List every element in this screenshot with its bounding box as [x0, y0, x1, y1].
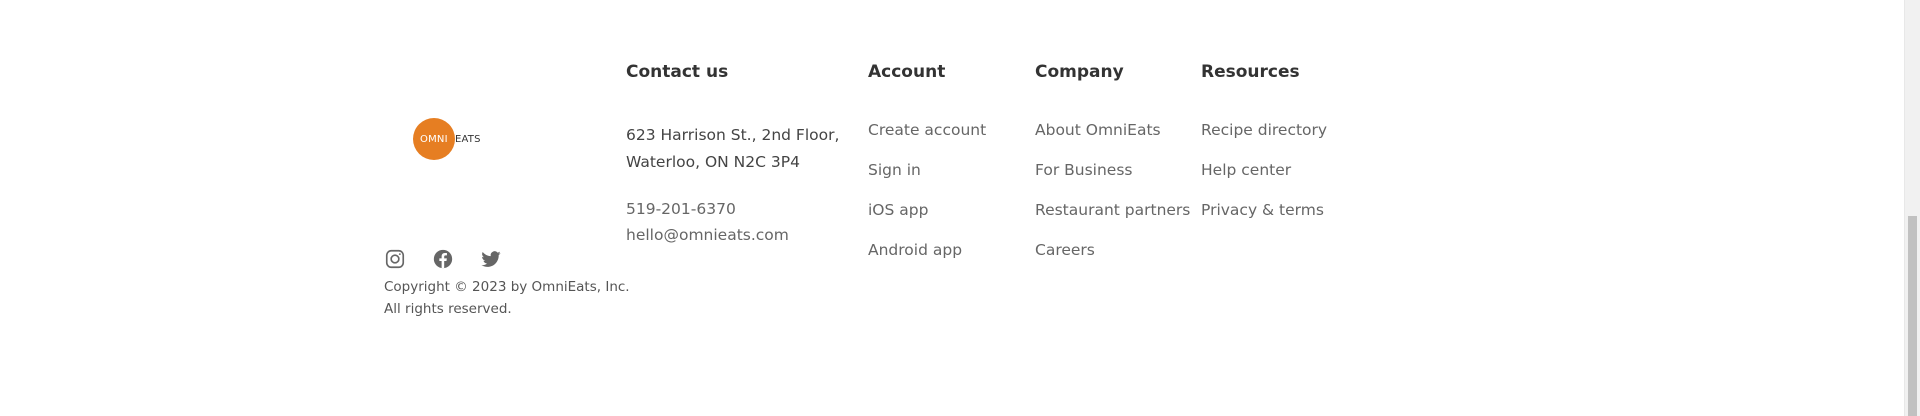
vertical-scrollbar[interactable]: [1904, 0, 1920, 416]
for-business-link[interactable]: For Business: [1035, 157, 1190, 183]
careers-link[interactable]: Careers: [1035, 237, 1190, 263]
instagram-icon[interactable]: [384, 248, 406, 270]
phone-link[interactable]: 519-201-6370: [626, 196, 789, 222]
copyright-text: Copyright © 2023 by OmniEats, Inc. All r…: [384, 276, 644, 320]
social-links: [384, 248, 502, 270]
privacy-terms-link[interactable]: Privacy & terms: [1201, 197, 1327, 223]
logo-text: EATS: [455, 133, 481, 145]
resources-links: Recipe directory Help center Privacy & t…: [1201, 117, 1327, 237]
sign-in-link[interactable]: Sign in: [868, 157, 986, 183]
list-item: iOS app: [868, 197, 986, 237]
email-link[interactable]: hello@omnieats.com: [626, 222, 789, 248]
page: OMNI EATS Copyright © 2023 by OmniEats, …: [0, 0, 1920, 416]
scrollbar-thumb[interactable]: [1908, 216, 1917, 416]
address: 623 Harrison St., 2nd Floor, Waterloo, O…: [626, 122, 839, 176]
restaurant-partners-link[interactable]: Restaurant partners: [1035, 197, 1190, 223]
account-heading: Account: [868, 62, 946, 82]
contact-details: 519-201-6370 hello@omnieats.com: [626, 196, 789, 248]
list-item: Recipe directory: [1201, 117, 1327, 157]
list-item: For Business: [1035, 157, 1190, 197]
copyright-line-2: All rights reserved.: [384, 301, 512, 317]
resources-heading: Resources: [1201, 62, 1300, 82]
list-item: About OmniEats: [1035, 117, 1190, 157]
address-line-2: Waterloo, ON N2C 3P4: [626, 153, 800, 171]
facebook-icon[interactable]: [432, 248, 454, 270]
about-omnieats-link[interactable]: About OmniEats: [1035, 117, 1190, 143]
android-app-link[interactable]: Android app: [868, 237, 986, 263]
ios-app-link[interactable]: iOS app: [868, 197, 986, 223]
footer: OMNI EATS Copyright © 2023 by OmniEats, …: [384, 0, 1384, 416]
help-center-link[interactable]: Help center: [1201, 157, 1327, 183]
address-line-1: 623 Harrison St., 2nd Floor,: [626, 126, 840, 144]
list-item: Sign in: [868, 157, 986, 197]
list-item: Android app: [868, 237, 986, 277]
account-links: Create account Sign in iOS app Android a…: [868, 117, 986, 277]
omnieats-logo[interactable]: OMNI EATS: [413, 118, 481, 160]
create-account-link[interactable]: Create account: [868, 117, 986, 143]
twitter-link[interactable]: [480, 248, 502, 270]
facebook-link[interactable]: [432, 248, 454, 270]
list-item: Create account: [868, 117, 986, 157]
logo-circle: OMNI: [413, 118, 455, 160]
list-item: Restaurant partners: [1035, 197, 1190, 237]
list-item: Careers: [1035, 237, 1190, 277]
copyright-line-1: Copyright © 2023 by OmniEats, Inc.: [384, 279, 630, 295]
company-links: About OmniEats For Business Restaurant p…: [1035, 117, 1190, 277]
list-item: Privacy & terms: [1201, 197, 1327, 237]
list-item: Help center: [1201, 157, 1327, 197]
twitter-icon[interactable]: [480, 248, 502, 270]
instagram-link[interactable]: [384, 248, 406, 270]
company-heading: Company: [1035, 62, 1124, 82]
contact-heading: Contact us: [626, 62, 729, 82]
recipe-directory-link[interactable]: Recipe directory: [1201, 117, 1327, 143]
